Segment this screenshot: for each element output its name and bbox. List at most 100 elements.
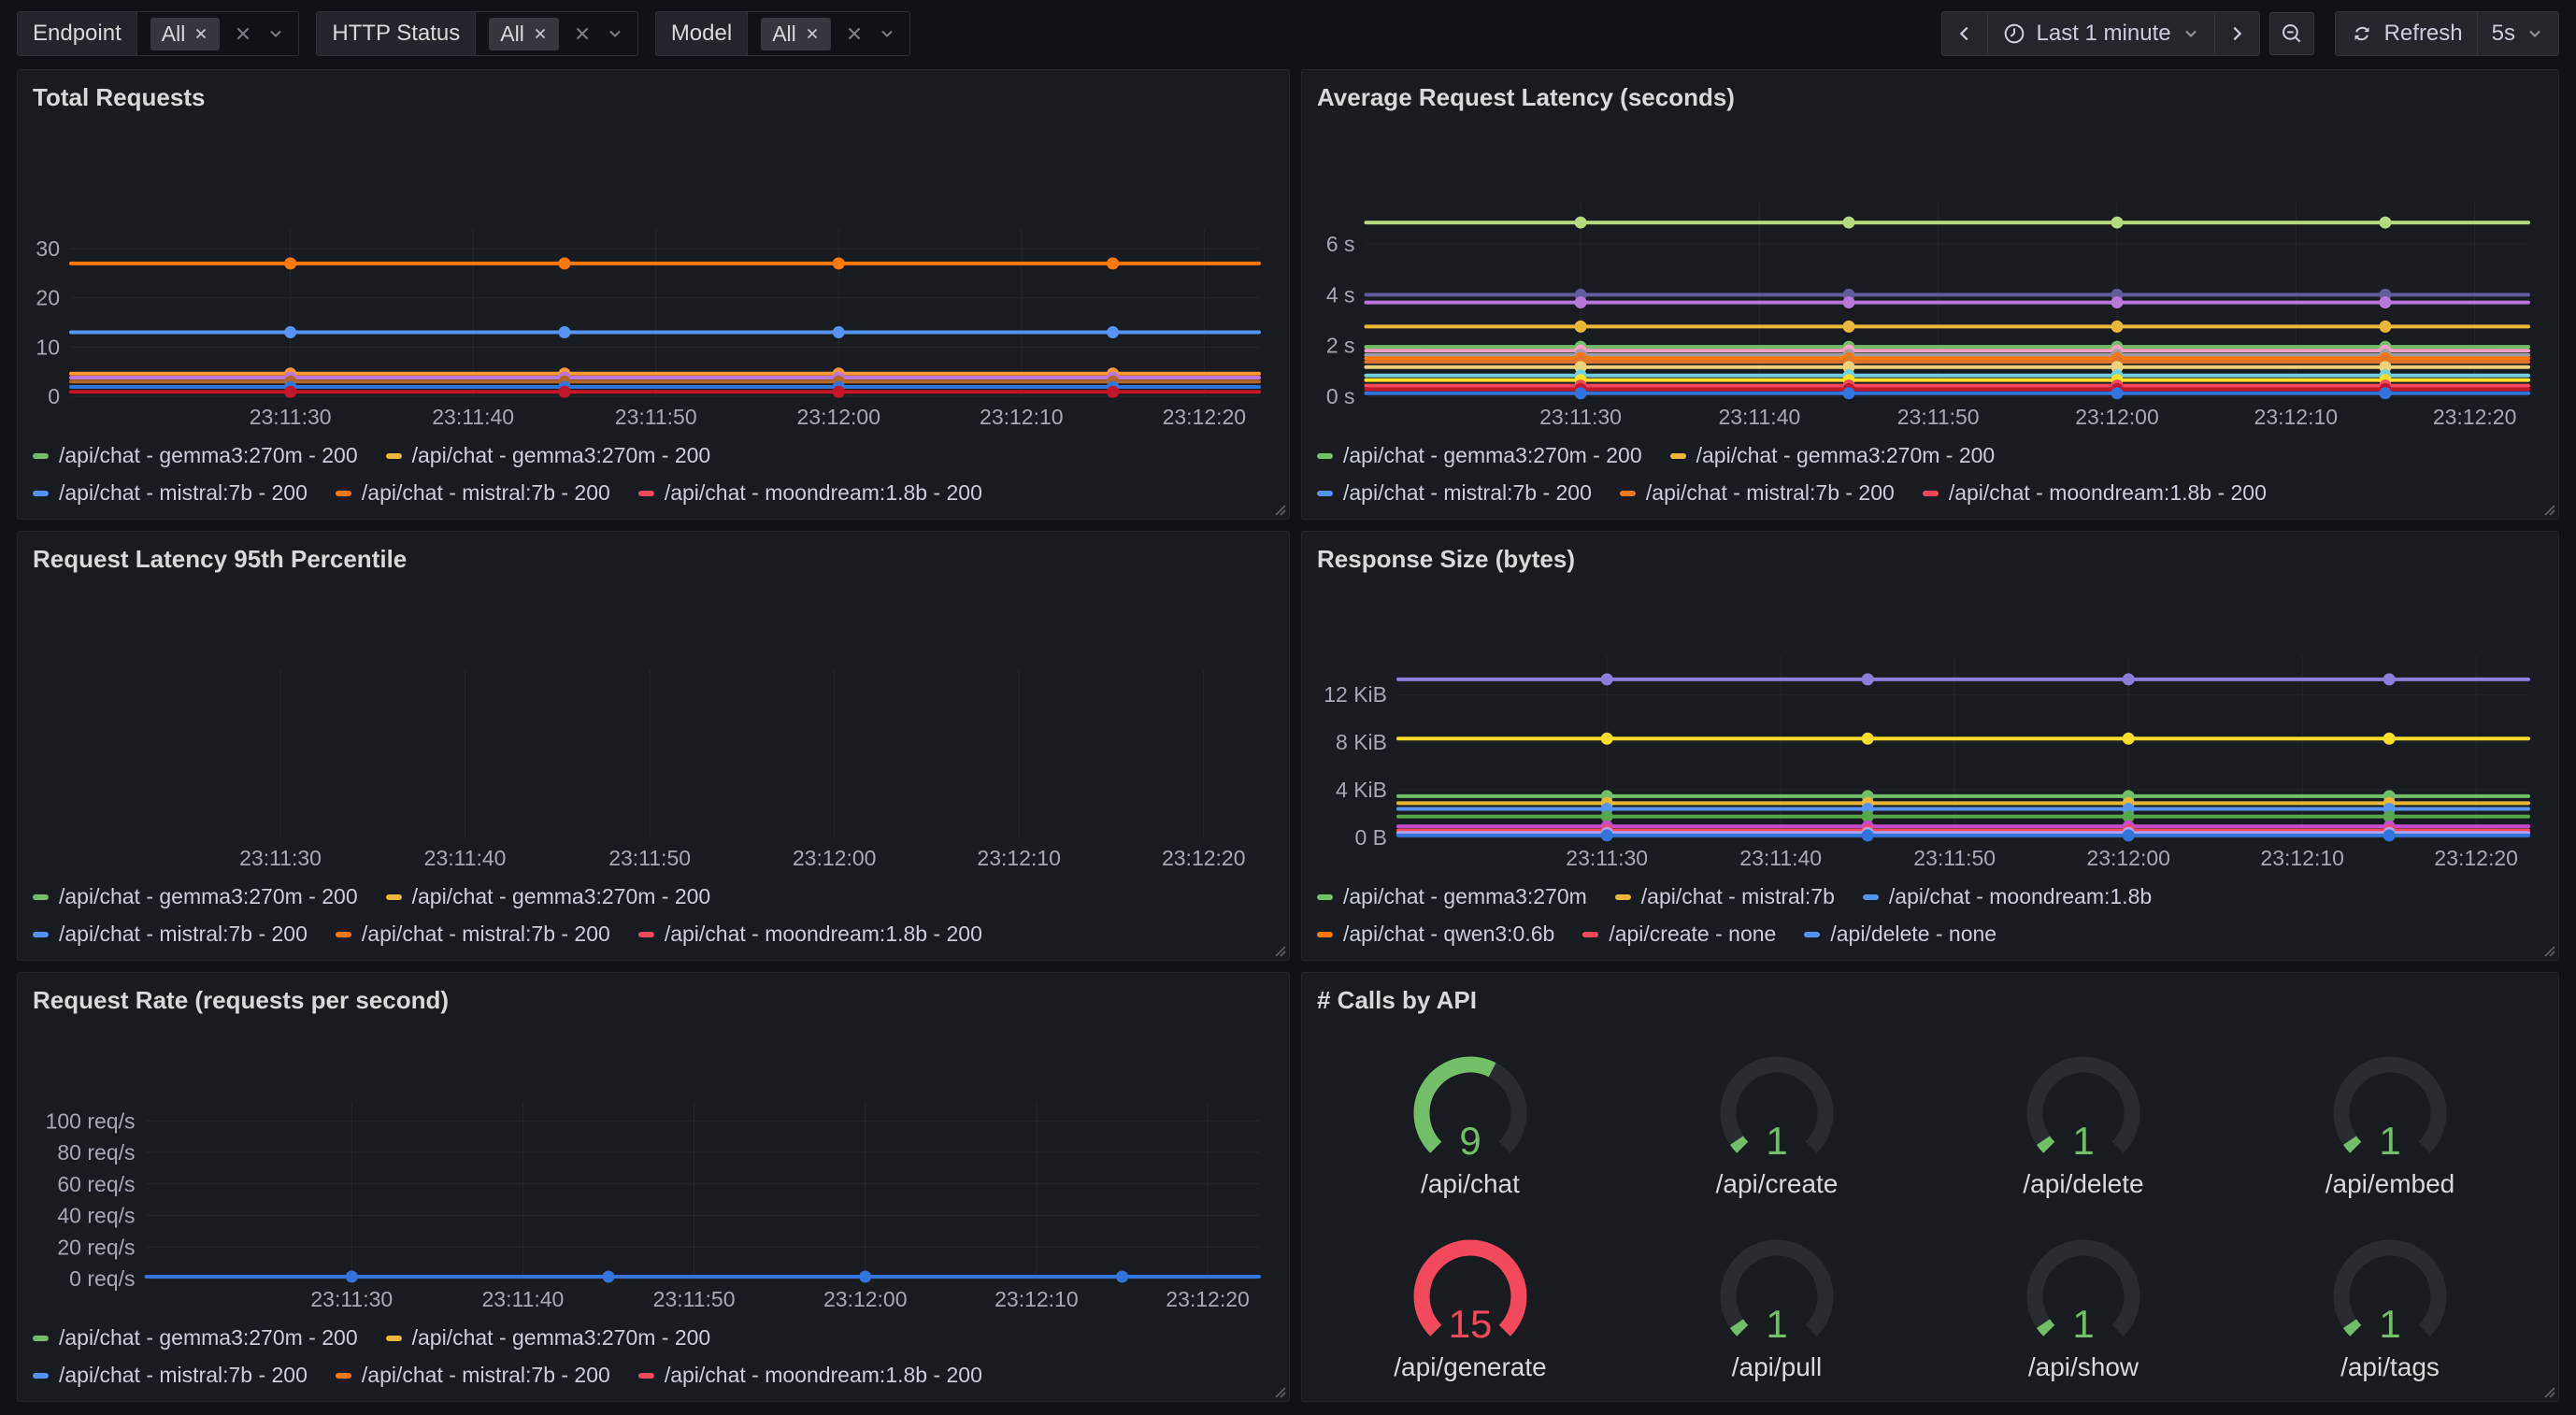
svg-text:23:11:40: 23:11:40 [482,1287,565,1311]
legend-item[interactable]: /api/chat - moondream:1.8b - 200 [638,1363,982,1388]
legend-item[interactable]: /api/chat - moondream:1.8b - 200 [638,922,982,947]
chip-remove-icon[interactable] [533,26,548,41]
panel-resize-handle[interactable] [2541,502,2555,516]
filter-model: Model All [655,11,910,56]
filter-endpoint-label: Endpoint [18,12,137,55]
dashboard-toolbar: Endpoint All HTTP Status [17,11,2559,56]
legend-label: /api/chat - gemma3:270m - 200 [59,1325,358,1351]
time-shift-forward-button[interactable] [2214,12,2259,55]
panel-title[interactable]: # Calls by API [1317,984,2543,1016]
chart-legend: /api/chat - gemma3:270m - 200/api/chat -… [33,443,1274,506]
svg-text:23:12:00: 23:12:00 [823,1287,908,1311]
svg-text:23:11:50: 23:11:50 [1897,405,1980,429]
chevron-down-icon[interactable] [878,24,896,43]
svg-text:60 req/s: 60 req/s [57,1172,135,1196]
legend-item[interactable]: /api/chat - gemma3:270m - 200 [386,1325,711,1351]
time-range-label: Last 1 minute [2037,21,2171,47]
panel-resize-handle[interactable] [2541,943,2555,957]
legend-item[interactable]: /api/chat - moondream:1.8b - 200 [1923,480,2267,506]
legend-item[interactable]: /api/chat - mistral:7b - 200 [33,480,308,506]
filter-clear-icon[interactable] [574,25,591,42]
legend-item[interactable]: /api/chat - qwen3:0.6b [1317,922,1554,947]
gauge-label: /api/embed [2326,1169,2455,1199]
time-range-picker-button[interactable]: Last 1 minute [1987,12,2214,55]
legend-label: /api/chat - qwen3:0.6b [1343,922,1554,947]
panel-resize-handle[interactable] [1272,1384,1286,1398]
legend-item[interactable]: /api/chat - gemma3:270m - 200 [386,443,711,468]
gauge-api-create: 1/api/create [1624,1044,1930,1199]
legend-item[interactable]: /api/chat - mistral:7b - 200 [336,480,610,506]
gauge-api-generate: 15/api/generate [1317,1227,1624,1382]
panel-resize-handle[interactable] [1272,502,1286,516]
total-requests-chart[interactable]: 23:11:3023:11:4023:11:5023:12:0023:12:10… [33,220,1274,430]
gauge-label: /api/delete [2023,1169,2143,1199]
legend-item[interactable]: /api/chat - mistral:7b - 200 [336,922,610,947]
legend-swatch [1317,491,1333,496]
gauge-value: 1 [1766,1302,1787,1346]
request-rate-chart[interactable]: 23:11:3023:11:4023:11:5023:12:0023:12:10… [33,1093,1274,1312]
panel-title[interactable]: Total Requests [33,81,1274,113]
filter-http-status: HTTP Status All [316,11,638,56]
legend-item[interactable]: /api/chat - mistral:7b - 200 [1620,480,1895,506]
panel-title[interactable]: Average Request Latency (seconds) [1317,81,2543,113]
filter-endpoint-value[interactable]: All [137,12,299,55]
filter-model-value[interactable]: All [748,12,909,55]
filter-model-chip[interactable]: All [761,18,831,50]
gauge-arc: 1 [2297,1044,2483,1169]
time-shift-back-button[interactable] [1942,12,1987,55]
refresh-interval-dropdown[interactable]: 5s [2477,12,2558,55]
legend-item[interactable]: /api/chat - moondream:1.8b [1863,884,2152,909]
zoom-out-button[interactable] [2269,12,2314,55]
svg-text:23:11:30: 23:11:30 [1566,846,1648,870]
panel-resize-handle[interactable] [1272,943,1286,957]
refresh-button[interactable]: Refresh [2336,12,2477,55]
panel-title[interactable]: Response Size (bytes) [1317,543,2543,575]
chart-canvas: 23:11:3023:11:4023:11:5023:12:0023:12:10… [1317,192,2543,430]
filter-clear-icon[interactable] [235,25,251,42]
legend-item[interactable]: /api/chat - mistral:7b [1615,884,1835,909]
legend-item[interactable]: /api/chat - mistral:7b - 200 [336,1363,610,1388]
panel-resize-handle[interactable] [2541,1384,2555,1398]
panel-title[interactable]: Request Rate (requests per second) [33,984,1274,1016]
legend-item[interactable]: /api/chat - gemma3:270m - 200 [33,884,358,909]
gauge-arc: 9 [1377,1044,1564,1169]
svg-text:100 req/s: 100 req/s [46,1108,136,1133]
panel-calls-by-api: # Calls by API 9/api/chat1/api/create1/a… [1301,972,2559,1402]
filter-endpoint-chip[interactable]: All [150,18,221,50]
response-size-chart[interactable]: 23:11:3023:11:4023:11:5023:12:0023:12:10… [1317,647,2543,871]
svg-text:23:11:50: 23:11:50 [615,405,697,429]
legend-item[interactable]: /api/chat - gemma3:270m - 200 [1317,443,1642,468]
chip-remove-icon[interactable] [805,26,820,41]
legend-item[interactable]: /api/chat - moondream:1.8b - 200 [638,480,982,506]
legend-item[interactable]: /api/chat - mistral:7b - 200 [33,922,308,947]
legend-item[interactable]: /api/chat - gemma3:270m - 200 [386,884,711,909]
legend-row: /api/chat - mistral:7b - 200/api/chat - … [33,480,1274,506]
filter-clear-icon[interactable] [846,25,863,42]
legend-item[interactable]: /api/chat - gemma3:270m - 200 [33,443,358,468]
chevron-down-icon[interactable] [266,24,285,43]
chevron-down-icon[interactable] [606,24,624,43]
svg-text:23:12:10: 23:12:10 [2254,405,2339,429]
svg-text:40 req/s: 40 req/s [57,1204,135,1228]
legend-item[interactable]: /api/chat - gemma3:270m - 200 [33,1325,358,1351]
panel-title[interactable]: Request Latency 95th Percentile [33,543,1274,575]
legend-item[interactable]: /api/chat - mistral:7b - 200 [1317,480,1592,506]
legend-swatch [1670,453,1686,459]
legend-item[interactable]: /api/chat - mistral:7b - 200 [33,1363,308,1388]
chart-canvas: 23:11:3023:11:4023:11:5023:12:0023:12:10… [33,1093,1274,1312]
legend-item[interactable]: /api/delete - none [1804,922,1996,947]
chip-remove-icon[interactable] [193,26,208,41]
filter-http-status-chip[interactable]: All [489,18,559,50]
average-latency-chart[interactable]: 23:11:3023:11:4023:11:5023:12:0023:12:10… [1317,192,2543,430]
legend-swatch [386,894,402,900]
latency-p95-chart[interactable]: 23:11:3023:11:4023:11:5023:12:0023:12:10… [33,661,1274,871]
legend-item[interactable]: /api/chat - gemma3:270m - 200 [1670,443,1996,468]
legend-item[interactable]: /api/chat - gemma3:270m [1317,884,1587,909]
svg-text:6 s: 6 s [1326,232,1355,256]
legend-item[interactable]: /api/create - none [1582,922,1776,947]
legend-swatch [638,932,654,937]
svg-text:23:11:40: 23:11:40 [424,846,507,870]
filter-http-status-value[interactable]: All [476,12,637,55]
legend-swatch [1863,894,1879,900]
chevron-left-icon [1954,23,1975,44]
